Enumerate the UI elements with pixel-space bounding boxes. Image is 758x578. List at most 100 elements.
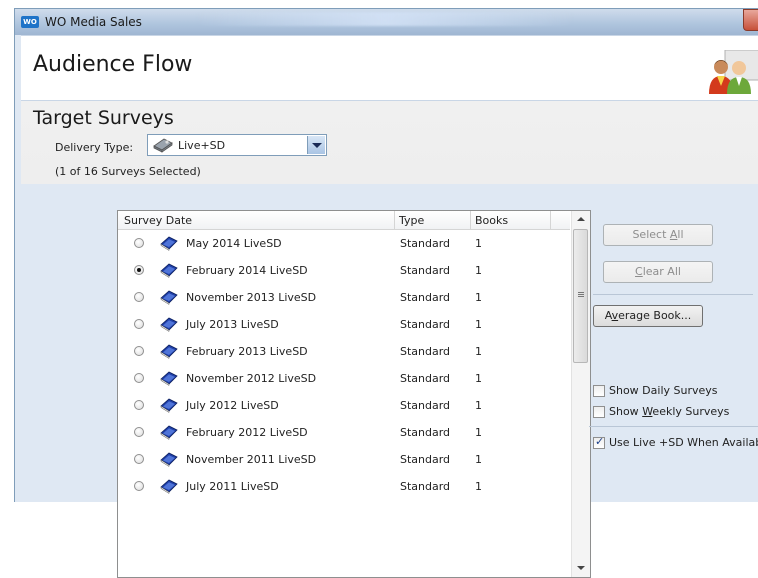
recorder-icon (153, 138, 173, 153)
column-type[interactable]: Type (399, 214, 424, 227)
survey-grid: Survey Date Type Books May 2014 LiveSD St… (117, 210, 591, 578)
survey-type: Standard (400, 291, 451, 304)
survey-books: 1 (475, 237, 482, 250)
table-row[interactable]: February 2012 LiveSD Standard 1 (118, 419, 570, 446)
book-icon (160, 397, 178, 413)
book-icon (160, 343, 178, 359)
scroll-thumb[interactable] (573, 229, 588, 363)
table-row[interactable]: November 2013 LiveSD Standard 1 (118, 284, 570, 311)
delivery-type-label: Delivery Type: (55, 141, 134, 154)
column-books[interactable]: Books (475, 214, 508, 227)
show-weekly-label-start: Show (609, 405, 643, 418)
survey-type: Standard (400, 426, 451, 439)
survey-panel: Survey Date Type Books May 2014 LiveSD St… (21, 184, 758, 578)
survey-books: 1 (475, 264, 482, 277)
show-weekly-label: Show Weekly Surveys (609, 405, 729, 418)
clear-all-accelerator: C (635, 265, 643, 278)
app-icon: WO (21, 16, 39, 28)
show-daily-label: Show Daily Surveys (609, 384, 718, 397)
show-weekly-checkbox[interactable] (593, 406, 605, 418)
select-all-button[interactable]: Select All (603, 224, 713, 246)
scroll-down-arrow-icon[interactable] (572, 560, 590, 577)
survey-radio[interactable] (134, 454, 144, 464)
column-survey-date[interactable]: Survey Date (124, 214, 192, 227)
survey-radio[interactable] (134, 373, 144, 383)
survey-name: July 2013 LiveSD (186, 318, 279, 331)
table-row[interactable]: May 2014 LiveSD Standard 1 (118, 230, 570, 257)
show-weekly-accelerator: W (642, 405, 653, 418)
page-header: Audience Flow (21, 35, 758, 101)
survey-type: Standard (400, 264, 451, 277)
table-row[interactable]: February 2014 LiveSD Standard 1 (118, 257, 570, 284)
survey-radio[interactable] (134, 427, 144, 437)
survey-radio[interactable] (134, 319, 144, 329)
table-row[interactable]: July 2011 LiveSD Standard 1 (118, 473, 570, 500)
survey-name: May 2014 LiveSD (186, 237, 282, 250)
book-icon (160, 316, 178, 332)
survey-type: Standard (400, 318, 451, 331)
clear-all-button[interactable]: Clear All (603, 261, 713, 283)
survey-type: Standard (400, 453, 451, 466)
survey-name: July 2011 LiveSD (186, 480, 279, 493)
use-live-checkbox[interactable] (593, 435, 605, 449)
survey-books: 1 (475, 399, 482, 412)
survey-type: Standard (400, 345, 451, 358)
survey-name: February 2014 LiveSD (186, 264, 308, 277)
table-row[interactable]: July 2012 LiveSD Standard 1 (118, 392, 570, 419)
survey-books: 1 (475, 480, 482, 493)
column-divider (394, 211, 395, 229)
show-weekly-label-end: eekly Surveys (652, 405, 730, 418)
survey-radio[interactable] (134, 481, 144, 491)
survey-name: November 2013 LiveSD (186, 291, 317, 304)
vertical-scrollbar[interactable] (571, 211, 590, 577)
book-icon (160, 262, 178, 278)
book-icon (160, 424, 178, 440)
book-icon (160, 235, 178, 251)
average-book-button[interactable]: Average Book... (593, 305, 703, 327)
column-divider (550, 211, 551, 229)
page-title: Audience Flow (33, 52, 193, 77)
options-separator (589, 426, 758, 427)
survey-type: Standard (400, 372, 451, 385)
window-title: WO Media Sales (45, 15, 142, 29)
book-icon (160, 370, 178, 386)
scroll-up-arrow-icon[interactable] (572, 211, 590, 228)
survey-books: 1 (475, 453, 482, 466)
table-row[interactable]: February 2013 LiveSD Standard 1 (118, 338, 570, 365)
survey-type: Standard (400, 399, 451, 412)
section-title: Target Surveys (33, 107, 174, 129)
survey-radio[interactable] (134, 238, 144, 248)
table-row[interactable]: November 2012 LiveSD Standard 1 (118, 365, 570, 392)
survey-name: November 2012 LiveSD (186, 372, 317, 385)
survey-books: 1 (475, 291, 482, 304)
use-live-label: Use Live +SD When Available (609, 436, 758, 449)
survey-name: February 2012 LiveSD (186, 426, 308, 439)
average-book-label-end: erage Book... (618, 309, 692, 322)
close-button[interactable] (743, 9, 758, 31)
survey-name: November 2011 LiveSD (186, 453, 317, 466)
survey-type: Standard (400, 237, 451, 250)
title-bar[interactable]: WO WO Media Sales (15, 9, 758, 35)
book-icon (160, 289, 178, 305)
select-all-label-end: ll (677, 228, 684, 241)
survey-name: February 2013 LiveSD (186, 345, 308, 358)
survey-radio[interactable] (134, 346, 144, 356)
main-window: WO WO Media Sales Audience Flow Target S… (14, 8, 758, 578)
chevron-down-icon[interactable] (307, 136, 325, 154)
table-row[interactable]: July 2013 LiveSD Standard 1 (118, 311, 570, 338)
select-all-label-start: Select (632, 228, 670, 241)
show-daily-checkbox[interactable] (593, 385, 605, 397)
survey-books: 1 (475, 345, 482, 358)
book-icon (160, 478, 178, 494)
survey-books: 1 (475, 318, 482, 331)
survey-books: 1 (475, 426, 482, 439)
survey-radio[interactable] (134, 265, 144, 275)
table-row[interactable]: November 2011 LiveSD Standard 1 (118, 446, 570, 473)
title-glow (195, 12, 575, 26)
column-divider (470, 211, 471, 229)
selected-count: (1 of 16 Surveys Selected) (55, 165, 201, 178)
delivery-type-select[interactable]: Live+SD (147, 134, 327, 156)
survey-type: Standard (400, 480, 451, 493)
survey-radio[interactable] (134, 292, 144, 302)
survey-radio[interactable] (134, 400, 144, 410)
